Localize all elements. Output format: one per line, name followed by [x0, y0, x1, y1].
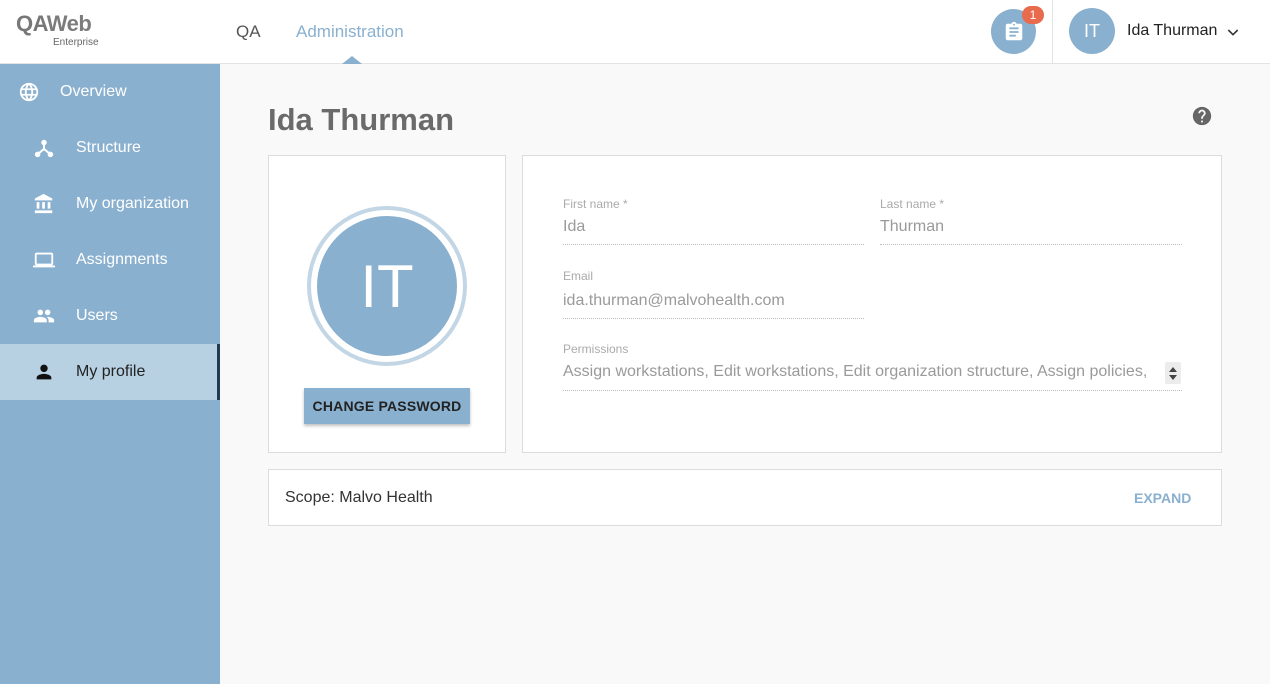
top-bar: QAWeb Enterprise QA Administration 1 IT …: [0, 0, 1270, 64]
last-name-label: Last name *: [880, 197, 945, 211]
chevron-down-icon[interactable]: [1225, 24, 1241, 40]
first-name-underline: [563, 244, 864, 245]
sidebar-item-users[interactable]: Users: [0, 288, 220, 344]
topnav-administration[interactable]: Administration: [296, 22, 404, 42]
user-name[interactable]: Ida Thurman: [1127, 22, 1217, 40]
clipboard-icon: [1005, 21, 1022, 40]
globe-icon: [17, 80, 41, 104]
change-password-button[interactable]: CHANGE PASSWORD: [304, 388, 470, 424]
sidebar-item-label: Overview: [60, 83, 127, 100]
topbar-divider: [1052, 0, 1053, 64]
active-nav-indicator: [342, 56, 362, 64]
logo-text-qa: QA: [16, 11, 47, 36]
bank-icon: [32, 192, 56, 216]
first-name-field[interactable]: Ida: [563, 218, 585, 236]
user-avatar[interactable]: IT: [1069, 8, 1115, 54]
help-icon[interactable]: [1191, 105, 1213, 127]
sidebar-item-my-organization[interactable]: My organization: [0, 176, 220, 232]
logo-text-web: Web: [46, 11, 92, 36]
users-icon: [32, 304, 56, 328]
sidebar-item-label: Structure: [76, 139, 141, 156]
logo-text: QAWeb: [16, 12, 116, 36]
scroll-down-icon[interactable]: [1169, 374, 1177, 380]
email-label: Email: [563, 269, 594, 283]
sidebar-item-assignments[interactable]: Assignments: [0, 232, 220, 288]
permissions-underline: [563, 390, 1182, 391]
sidebar-item-label: My organization: [76, 195, 189, 212]
logo-edition: Enterprise: [53, 37, 99, 48]
sidebar-item-structure[interactable]: Structure: [0, 120, 220, 176]
email-field[interactable]: ida.thurman@malvohealth.com: [563, 292, 785, 310]
person-icon: [32, 360, 56, 384]
laptop-icon: [32, 248, 56, 272]
sidebar-item-label: My profile: [76, 363, 146, 380]
scope-label: Scope: Malvo Health: [285, 489, 433, 506]
app-logo[interactable]: QAWeb Enterprise: [16, 12, 116, 52]
structure-icon: [32, 136, 56, 160]
permissions-field[interactable]: Assign workstations, Edit workstations, …: [563, 363, 1153, 381]
sidebar-item-label: Users: [76, 307, 118, 324]
scroll-up-icon[interactable]: [1169, 366, 1177, 372]
expand-button[interactable]: EXPAND: [1134, 490, 1191, 506]
sidebar-item-label: Assignments: [76, 251, 168, 268]
topnav-qa[interactable]: QA: [236, 22, 261, 42]
permissions-label: Permissions: [563, 342, 629, 356]
notification-badge: 1: [1022, 6, 1044, 24]
email-underline: [563, 318, 864, 319]
profile-avatar: IT: [317, 216, 457, 356]
last-name-underline: [880, 244, 1182, 245]
last-name-field[interactable]: Thurman: [880, 218, 944, 236]
sidebar: Overview Structure My organization Assig…: [0, 64, 220, 684]
sidebar-item-overview[interactable]: Overview: [0, 64, 220, 120]
sidebar-item-my-profile[interactable]: My profile: [0, 344, 220, 400]
permissions-scroll-stepper[interactable]: [1165, 362, 1181, 384]
page-title: Ida Thurman: [268, 102, 455, 137]
first-name-label: First name *: [563, 197, 628, 211]
